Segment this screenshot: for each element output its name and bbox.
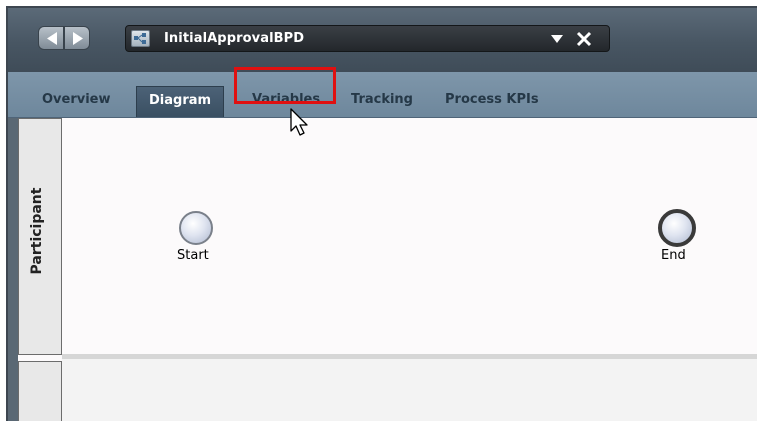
editor-tab-bar: Overview Diagram Variables Tracking Proc… [8, 72, 757, 118]
tab-overview[interactable]: Overview [42, 86, 111, 117]
arrow-right-icon [73, 32, 83, 45]
end-event-label: End [661, 248, 686, 263]
tab-diagram[interactable]: Diagram [136, 86, 225, 117]
end-event[interactable] [658, 209, 696, 247]
back-button[interactable] [38, 26, 64, 50]
dropdown-triangle-icon[interactable] [551, 34, 563, 44]
swimlane-label: Participant [29, 187, 45, 275]
mouse-pointer-icon [290, 108, 308, 136]
swimlane-header[interactable]: Participant [18, 118, 62, 355]
start-event-label: Start [177, 248, 209, 263]
swimlane-header-2[interactable] [18, 361, 62, 421]
close-icon[interactable] [574, 29, 594, 49]
bpd-icon [131, 30, 150, 47]
forward-button[interactable] [64, 26, 90, 50]
tab-process-kpis[interactable]: Process KPIs [445, 86, 539, 117]
tab-tracking[interactable]: Tracking [351, 86, 413, 117]
start-event[interactable] [179, 211, 213, 245]
app-window: InitialApprovalBPD Overview Diagram Vari… [6, 6, 757, 421]
swimlane-body-2[interactable] [62, 359, 757, 421]
title-bar: InitialApprovalBPD [8, 8, 757, 73]
arrow-left-icon [47, 32, 57, 45]
document-tab[interactable]: InitialApprovalBPD [125, 25, 610, 52]
canvas-left-strip [8, 118, 18, 421]
diagram-canvas[interactable]: Participant Start End [8, 118, 757, 421]
document-title: InitialApprovalBPD [164, 31, 305, 46]
